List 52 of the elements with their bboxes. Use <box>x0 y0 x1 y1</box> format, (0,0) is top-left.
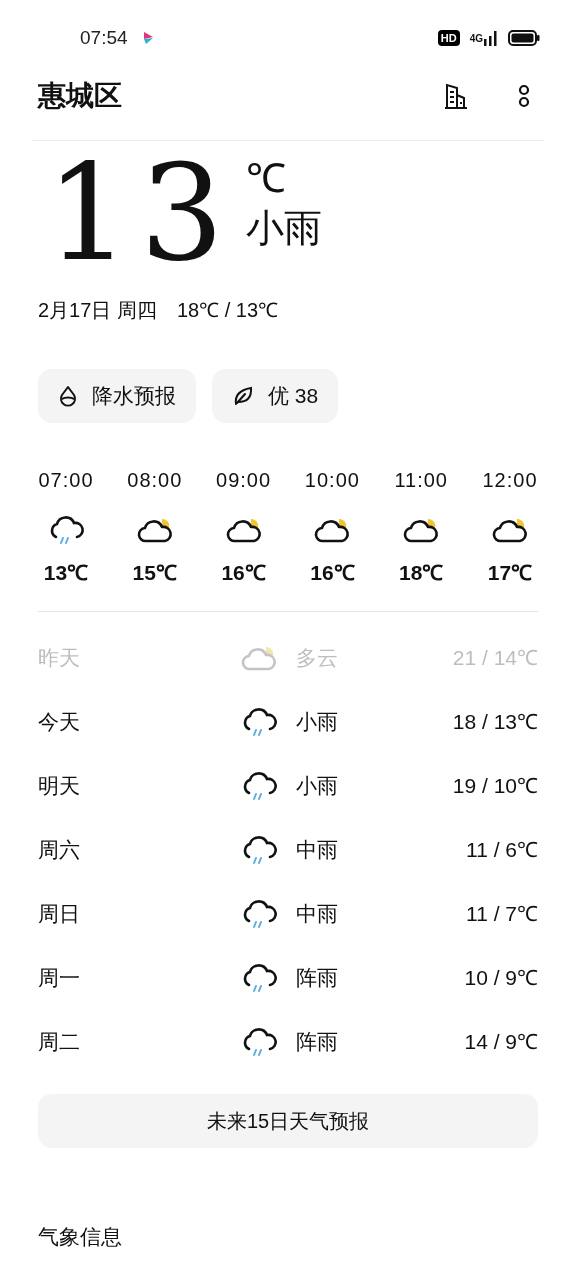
hour-temperature: 15℃ <box>132 560 177 586</box>
day-condition: 多云 <box>296 644 338 671</box>
day-range: 18 / 13℃ <box>452 708 538 735</box>
day-label: 周一 <box>38 964 81 991</box>
current-date: 2月17日 周四 <box>38 298 157 323</box>
hour-temperature: 17℃ <box>487 560 533 586</box>
hour-temperature: 18℃ <box>399 560 444 586</box>
current-condition: 小雨 <box>245 206 322 251</box>
today-range: 18℃ / 13℃ <box>176 298 279 323</box>
day-condition: 小雨 <box>296 772 338 799</box>
day-label: 今天 <box>38 708 81 735</box>
precipitation-chip[interactable]: 降水预报 <box>38 369 196 423</box>
temperature-unit: ℃ <box>245 155 287 202</box>
leaf-icon <box>232 385 254 407</box>
hour-temperature: 13℃ <box>43 560 89 586</box>
drop-icon <box>58 385 78 407</box>
air-quality-chip[interactable]: 优 38 <box>212 369 339 423</box>
day-label: 周二 <box>38 1028 81 1055</box>
day-range: 10 / 9℃ <box>464 964 538 991</box>
day-label: 昨天 <box>38 644 81 671</box>
status-time: 07:54 <box>80 25 128 50</box>
network-label: 4G <box>469 31 483 46</box>
day-condition: 中雨 <box>296 836 338 863</box>
hour-label: 10:00 <box>304 468 360 493</box>
day-label: 周日 <box>38 900 81 927</box>
day-range: 14 / 9℃ <box>464 1028 538 1055</box>
day-condition: 中雨 <box>296 900 338 927</box>
city-name: 惠城区 <box>38 79 122 113</box>
day-range: 19 / 10℃ <box>452 772 538 799</box>
day-condition: 阵雨 <box>296 964 338 991</box>
hour-label: 08:00 <box>127 468 183 493</box>
hour-label: 12:00 <box>482 468 538 493</box>
day-label: 明天 <box>38 772 81 799</box>
day-condition: 小雨 <box>296 708 338 735</box>
more-options-icon[interactable] <box>518 83 530 109</box>
day-range: 21 / 14℃ <box>452 644 538 671</box>
building-icon[interactable] <box>442 82 470 110</box>
hd-badge: HD <box>437 30 460 46</box>
hour-temperature: 16℃ <box>310 560 355 586</box>
current-temperature: 13 <box>46 153 234 273</box>
hour-label: 09:00 <box>216 468 272 493</box>
hour-label: 07:00 <box>38 468 94 493</box>
signal-icon <box>484 30 498 46</box>
section-title: 气象信息 <box>38 1224 122 1249</box>
day-range: 11 / 7℃ <box>466 900 538 927</box>
day-range: 11 / 6℃ <box>466 836 538 863</box>
day-label: 周六 <box>38 836 81 863</box>
forecast-15-day-button[interactable]: 未来15日天气预报 <box>38 1093 538 1148</box>
hour-temperature: 16℃ <box>221 560 266 586</box>
battery-icon <box>508 30 540 46</box>
hour-label: 11:00 <box>394 468 448 493</box>
day-condition: 阵雨 <box>296 1028 338 1055</box>
